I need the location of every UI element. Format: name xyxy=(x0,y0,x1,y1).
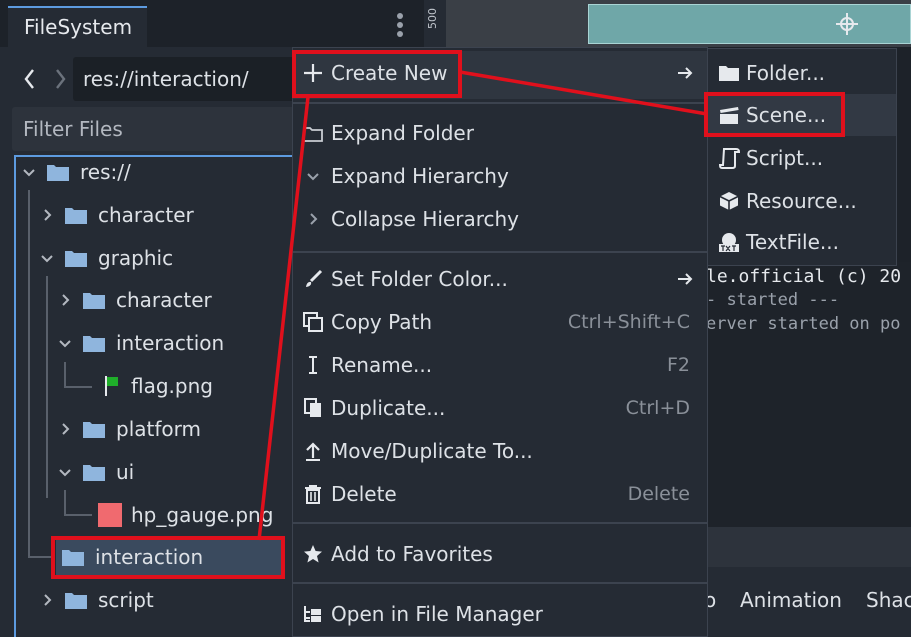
scene-highlight xyxy=(704,92,845,137)
create-new-highlight xyxy=(292,50,462,98)
interaction-folder-highlight xyxy=(51,536,285,579)
